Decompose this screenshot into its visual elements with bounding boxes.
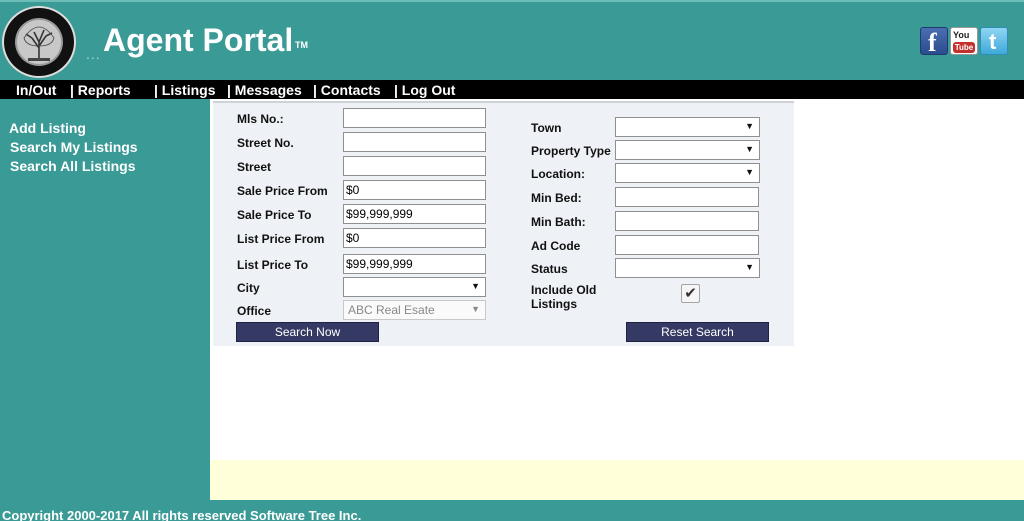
youtube-icon[interactable]: You Tube [950,27,978,55]
nav-messages[interactable]: | Messages [227,82,302,98]
software-tree-logo[interactable] [2,6,76,78]
twitter-icon[interactable]: t [980,27,1008,55]
reset-search-button[interactable]: Reset Search [626,322,769,342]
chevron-down-icon: ▼ [471,304,480,314]
list-price-from-input[interactable]: $0 [343,228,486,248]
ad-code-input[interactable] [615,235,759,255]
office-label: Office [237,304,272,318]
header: ... Agent Portal TM f You Tube t [0,0,1024,80]
main-content: Mls No.: Street No. Street Sale Price Fr… [210,99,1024,460]
page-title: Agent Portal [103,22,294,58]
include-old-label-line2: Listings [531,297,578,311]
location-select[interactable]: ▼ [615,163,760,183]
street-input[interactable] [343,156,486,176]
sale-price-to-label: Sale Price To [237,208,312,222]
nav-reports[interactable]: | Reports [70,82,131,98]
search-now-button[interactable]: Search Now [236,322,379,342]
include-old-listings-checkbox[interactable]: ✔ [681,284,700,303]
search-form: Mls No.: Street No. Street Sale Price Fr… [213,101,794,346]
list-price-to-input[interactable]: $99,999,999 [343,254,486,274]
facebook-letter: f [928,28,937,57]
list-price-from-label: List Price From [237,232,325,246]
street-no-input[interactable] [343,132,486,152]
town-label: Town [531,121,562,135]
property-type-label: Property Type [531,144,611,158]
nav-contacts[interactable]: | Contacts [313,82,381,98]
trademark: TM [295,40,308,50]
include-old-label-line1: Include Old [531,283,597,297]
chevron-down-icon: ▼ [471,281,480,291]
chevron-down-icon: ▼ [745,167,754,177]
min-bath-input[interactable] [615,211,759,231]
sale-price-from-input[interactable]: $0 [343,180,486,200]
office-select: ABC Real Esate ▼ [343,300,486,320]
sale-price-from-label: Sale Price From [237,184,328,198]
sidebar-item-search-all-listings[interactable]: Search All Listings [10,158,136,174]
sale-price-to-input[interactable]: $99,999,999 [343,204,486,224]
mls-input[interactable] [343,108,486,128]
mls-label: Mls No.: [237,112,284,126]
street-no-label: Street No. [237,136,294,150]
location-label: Location: [531,167,585,181]
youtube-you: You [953,30,970,40]
nav-listings[interactable]: | Listings [154,82,215,98]
office-select-value: ABC Real Esate [348,303,435,317]
footer: Copyright 2000-2017 All rights reserved … [0,500,1024,521]
min-bed-label: Min Bed: [531,191,582,205]
sidebar-item-add-listing[interactable]: Add Listing [9,120,86,136]
ad-code-label: Ad Code [531,239,581,253]
city-select[interactable]: ▼ [343,277,486,297]
status-select[interactable]: ▼ [615,258,760,278]
chevron-down-icon: ▼ [745,144,754,154]
nav-log-out[interactable]: | Log Out [394,82,455,98]
min-bed-input[interactable] [615,187,759,207]
city-label: City [237,281,260,295]
list-price-to-label: List Price To [237,258,309,272]
sidebar-item-search-my-listings[interactable]: Search My Listings [10,139,138,155]
main-nav: In/Out | Reports | Listings | Messages |… [0,80,1024,99]
twitter-letter: t [989,29,997,54]
street-label: Street [237,160,272,174]
message-strip [210,460,1024,500]
youtube-tube: Tube [953,42,975,53]
chevron-down-icon: ▼ [745,121,754,131]
copyright-text: Copyright 2000-2017 All rights reserved … [2,508,362,521]
title-dots: ... [86,46,101,62]
sidebar: Add Listing Search My Listings Search Al… [0,99,210,500]
status-label: Status [531,262,568,276]
property-type-select[interactable]: ▼ [615,140,760,160]
town-select[interactable]: ▼ [615,117,760,137]
nav-in-out[interactable]: In/Out [16,82,56,98]
facebook-icon[interactable]: f [920,27,948,57]
min-bath-label: Min Bath: [531,215,586,229]
chevron-down-icon: ▼ [745,262,754,272]
